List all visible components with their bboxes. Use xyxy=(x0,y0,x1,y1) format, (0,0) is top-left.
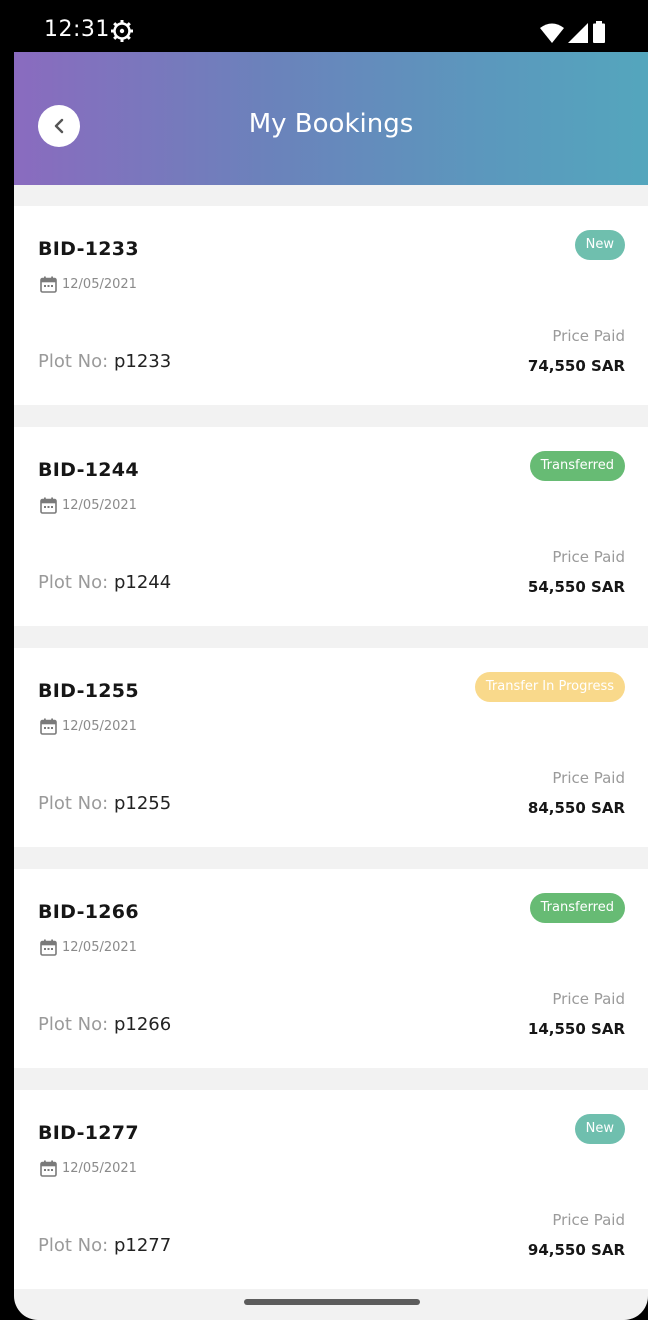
plot-label: Plot No: xyxy=(38,793,109,814)
app-header: My Bookings xyxy=(14,52,648,185)
booking-card[interactable]: BID-1255 Transfer In Progress 12/05/2021 xyxy=(14,648,648,847)
booking-date: 12/05/2021 xyxy=(40,718,137,735)
price-value: 84,550 SAR xyxy=(527,799,625,817)
booking-card[interactable]: BID-1233 New 12/05/2021 Plot No: p1233 P… xyxy=(14,206,648,405)
booking-card[interactable]: BID-1266 Transferred 12/05/2021 Plot No:… xyxy=(14,869,648,1068)
plot-number: Plot No: p1233 xyxy=(38,351,171,372)
booking-id: BID-1244 xyxy=(38,459,139,481)
booking-date: 12/05/2021 xyxy=(40,276,137,293)
status-badge: Transferred xyxy=(529,893,625,923)
calendar-icon xyxy=(40,497,57,514)
booking-date-text: 12/05/2021 xyxy=(62,277,137,292)
device-frame: 12:31 My Bookings BID-1233 New 12/05/202… xyxy=(0,0,648,1320)
plot-number: Plot No: p1255 xyxy=(38,793,171,814)
price-label: Price Paid xyxy=(552,548,625,566)
booking-date: 12/05/2021 xyxy=(40,1160,137,1177)
status-badge: New xyxy=(574,230,625,260)
plot-label: Plot No: xyxy=(38,572,109,593)
price-value: 14,550 SAR xyxy=(527,1020,625,1038)
plot-number: Plot No: p1277 xyxy=(38,1235,171,1256)
plot-label: Plot No: xyxy=(38,1014,109,1035)
status-time: 12:31 xyxy=(44,17,110,42)
plot-label: Plot No: xyxy=(38,1235,109,1256)
calendar-icon xyxy=(40,718,57,735)
price-label: Price Paid xyxy=(552,1211,625,1229)
booking-date-text: 12/05/2021 xyxy=(62,719,137,734)
plot-value: p1244 xyxy=(113,572,172,593)
booking-id: BID-1233 xyxy=(38,238,139,260)
battery-icon xyxy=(593,21,605,43)
home-indicator[interactable] xyxy=(244,1299,420,1305)
calendar-icon xyxy=(40,1160,57,1177)
plot-value: p1277 xyxy=(113,1235,172,1256)
booking-id: BID-1277 xyxy=(38,1122,139,1144)
plot-number: Plot No: p1244 xyxy=(38,572,171,593)
app-screen: 12:31 My Bookings BID-1233 New 12/05/202… xyxy=(14,0,648,1320)
plot-value: p1266 xyxy=(113,1014,172,1035)
booking-date-text: 12/05/2021 xyxy=(62,940,137,955)
plot-label: Plot No: xyxy=(38,351,109,372)
price-label: Price Paid xyxy=(552,990,625,1008)
booking-id: BID-1266 xyxy=(38,901,139,923)
booking-card[interactable]: BID-1244 Transferred 12/05/2021 Plot No:… xyxy=(14,427,648,626)
wifi-icon xyxy=(540,23,564,43)
price-value: 94,550 SAR xyxy=(527,1241,625,1259)
status-bar: 12:31 xyxy=(14,0,648,52)
booking-card[interactable]: BID-1277 New 12/05/2021 Plot No: p1277 P… xyxy=(14,1090,648,1289)
status-badge: Transfer In Progress xyxy=(474,672,625,702)
gear-icon xyxy=(111,20,133,42)
plot-value: p1233 xyxy=(113,351,172,372)
plot-number: Plot No: p1266 xyxy=(38,1014,171,1035)
status-icons xyxy=(540,21,606,43)
booking-date: 12/05/2021 xyxy=(40,939,137,956)
booking-date-text: 12/05/2021 xyxy=(62,1161,137,1176)
status-badge: New xyxy=(574,1114,625,1144)
price-value: 54,550 SAR xyxy=(527,578,625,596)
booking-date: 12/05/2021 xyxy=(40,497,137,514)
status-badge: Transferred xyxy=(529,451,625,481)
booking-date-text: 12/05/2021 xyxy=(62,498,137,513)
price-label: Price Paid xyxy=(552,769,625,787)
page-title: My Bookings xyxy=(248,109,414,139)
calendar-icon xyxy=(40,939,57,956)
plot-value: p1255 xyxy=(113,793,172,814)
price-label: Price Paid xyxy=(552,327,625,345)
calendar-icon xyxy=(40,276,57,293)
booking-list: BID-1233 New 12/05/2021 Plot No: p1233 P… xyxy=(14,206,648,1311)
price-value: 74,550 SAR xyxy=(527,357,625,375)
booking-id: BID-1255 xyxy=(38,680,139,702)
signal-icon xyxy=(568,23,588,43)
